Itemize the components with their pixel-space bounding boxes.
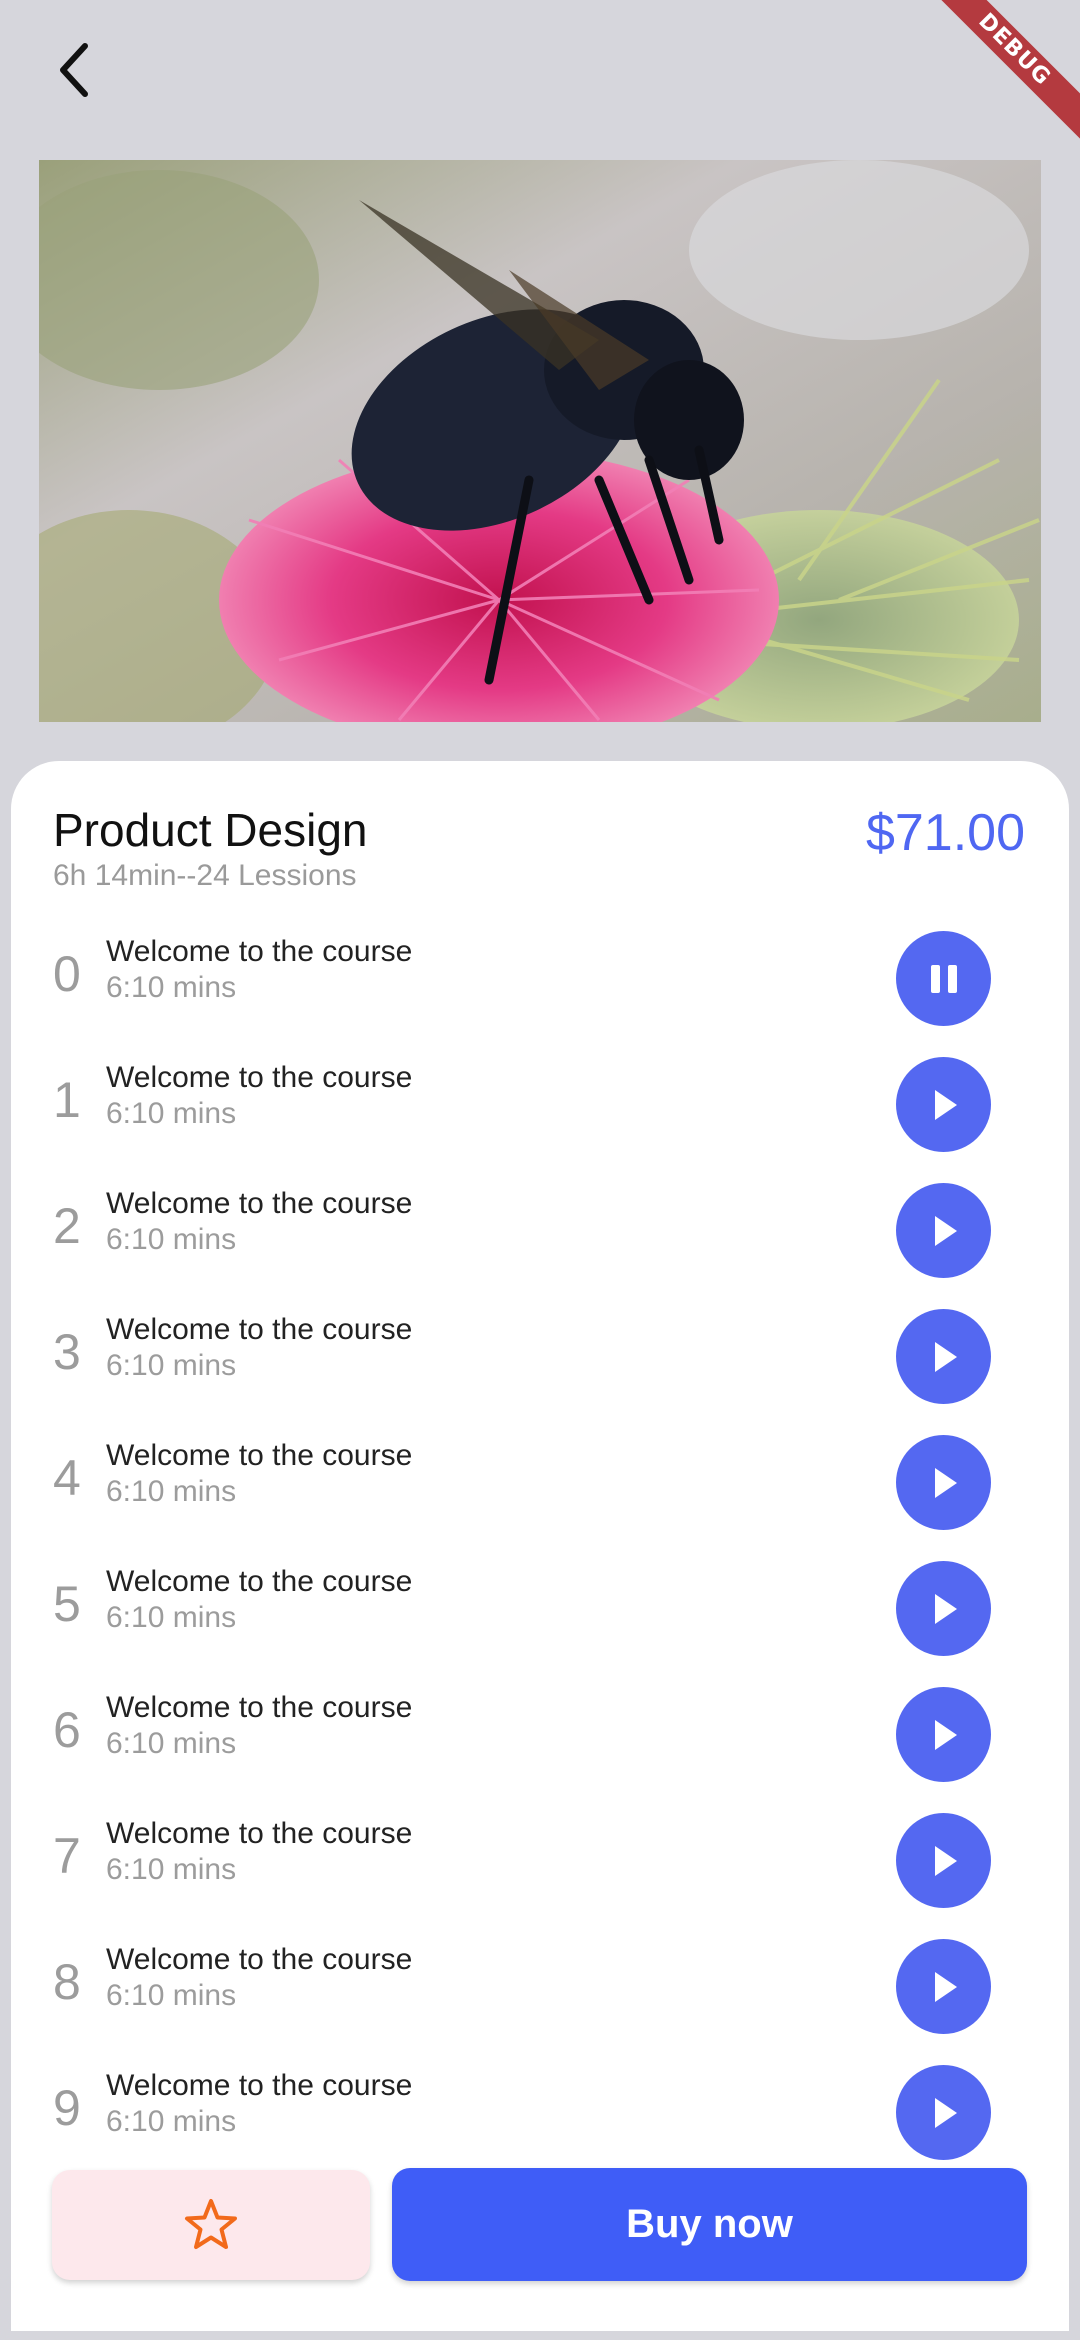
play-button[interactable] bbox=[896, 1309, 991, 1404]
back-button[interactable] bbox=[40, 30, 110, 110]
lesson-duration: 6:10 mins bbox=[106, 1727, 237, 1760]
lesson-duration: 6:10 mins bbox=[106, 1223, 237, 1256]
play-icon bbox=[934, 1719, 957, 1750]
lesson-title: Welcome to the course bbox=[106, 1943, 413, 1976]
play-icon bbox=[934, 1593, 957, 1624]
course-price: $71.00 bbox=[865, 804, 1025, 862]
favorite-button[interactable] bbox=[52, 2170, 370, 2280]
lesson-duration: 6:10 mins bbox=[106, 1349, 237, 1382]
play-icon bbox=[934, 1845, 957, 1876]
chevron-left-icon bbox=[60, 43, 88, 97]
lesson-row[interactable]: 5 Welcome to the course 6:10 mins bbox=[11, 1547, 1069, 1673]
lesson-index: 1 bbox=[53, 1072, 81, 1128]
lesson-row[interactable]: 1 Welcome to the course 6:10 mins bbox=[11, 1043, 1069, 1169]
lesson-index: 4 bbox=[53, 1450, 81, 1506]
lesson-title: Welcome to the course bbox=[106, 1439, 413, 1472]
lesson-title: Welcome to the course bbox=[106, 935, 413, 968]
play-button[interactable] bbox=[896, 1687, 991, 1782]
lesson-title: Welcome to the course bbox=[106, 1187, 413, 1220]
lesson-row[interactable]: 4 Welcome to the course 6:10 mins bbox=[11, 1421, 1069, 1547]
course-details-sheet: Product Design 6h 14min--24 Lessions $71… bbox=[11, 761, 1069, 2331]
lesson-row[interactable]: 0 Welcome to the course 6:10 mins bbox=[11, 917, 1069, 1043]
lesson-title: Welcome to the course bbox=[106, 1061, 413, 1094]
play-icon bbox=[934, 1971, 957, 2002]
lesson-row[interactable]: 7 Welcome to the course 6:10 mins bbox=[11, 1799, 1069, 1925]
lesson-duration: 6:10 mins bbox=[106, 1601, 237, 1634]
lesson-row[interactable]: 3 Welcome to the course 6:10 mins bbox=[11, 1295, 1069, 1421]
lesson-row[interactable]: 2 Welcome to the course 6:10 mins bbox=[11, 1169, 1069, 1295]
app-bar: DEBUG bbox=[0, 0, 1080, 150]
play-icon bbox=[934, 2097, 957, 2128]
lesson-title: Welcome to the course bbox=[106, 2069, 413, 2102]
lesson-duration: 6:10 mins bbox=[106, 2105, 237, 2138]
lesson-index: 2 bbox=[53, 1198, 81, 1254]
lesson-duration: 6:10 mins bbox=[106, 1853, 237, 1886]
lesson-index: 9 bbox=[53, 2080, 81, 2136]
lesson-index: 3 bbox=[53, 1324, 81, 1380]
play-button[interactable] bbox=[896, 2065, 991, 2160]
play-button[interactable] bbox=[896, 1435, 991, 1530]
lesson-row[interactable]: 6 Welcome to the course 6:10 mins bbox=[11, 1673, 1069, 1799]
pause-icon bbox=[930, 964, 957, 993]
play-icon bbox=[934, 1341, 957, 1372]
lesson-duration: 6:10 mins bbox=[106, 1979, 237, 2012]
lesson-duration: 6:10 mins bbox=[106, 1475, 237, 1508]
lesson-duration: 6:10 mins bbox=[106, 971, 237, 1004]
star-outline-icon bbox=[185, 2199, 237, 2249]
lesson-index: 7 bbox=[53, 1828, 81, 1884]
debug-banner: DEBUG bbox=[920, 0, 1080, 160]
pause-button[interactable] bbox=[896, 931, 991, 1026]
debug-label: DEBUG bbox=[920, 0, 1080, 147]
play-button[interactable] bbox=[896, 1057, 991, 1152]
lesson-index: 6 bbox=[53, 1702, 81, 1758]
lesson-title: Welcome to the course bbox=[106, 1817, 413, 1850]
lesson-list: 0 Welcome to the course 6:10 mins 1 Welc… bbox=[11, 917, 1069, 2177]
play-icon bbox=[934, 1215, 957, 1246]
lesson-title: Welcome to the course bbox=[106, 1691, 413, 1724]
play-icon bbox=[934, 1089, 957, 1120]
lesson-index: 8 bbox=[53, 1954, 81, 2010]
course-meta: 6h 14min--24 Lessions bbox=[53, 859, 357, 892]
lesson-title: Welcome to the course bbox=[106, 1313, 413, 1346]
video-player[interactable] bbox=[39, 160, 1041, 722]
buy-now-button[interactable]: Buy now bbox=[392, 2168, 1027, 2281]
play-button[interactable] bbox=[896, 1561, 991, 1656]
lesson-duration: 6:10 mins bbox=[106, 1097, 237, 1130]
course-title: Product Design bbox=[53, 804, 368, 856]
play-button[interactable] bbox=[896, 1939, 991, 2034]
lesson-row[interactable]: 8 Welcome to the course 6:10 mins bbox=[11, 1925, 1069, 2051]
bee-on-thistle-image bbox=[39, 160, 1041, 722]
lesson-index: 0 bbox=[53, 946, 81, 1002]
bottom-action-bar: Buy now bbox=[0, 2155, 1080, 2340]
lesson-index: 5 bbox=[53, 1576, 81, 1632]
play-icon bbox=[934, 1467, 957, 1498]
play-button[interactable] bbox=[896, 1813, 991, 1908]
play-button[interactable] bbox=[896, 1183, 991, 1278]
lesson-title: Welcome to the course bbox=[106, 1565, 413, 1598]
